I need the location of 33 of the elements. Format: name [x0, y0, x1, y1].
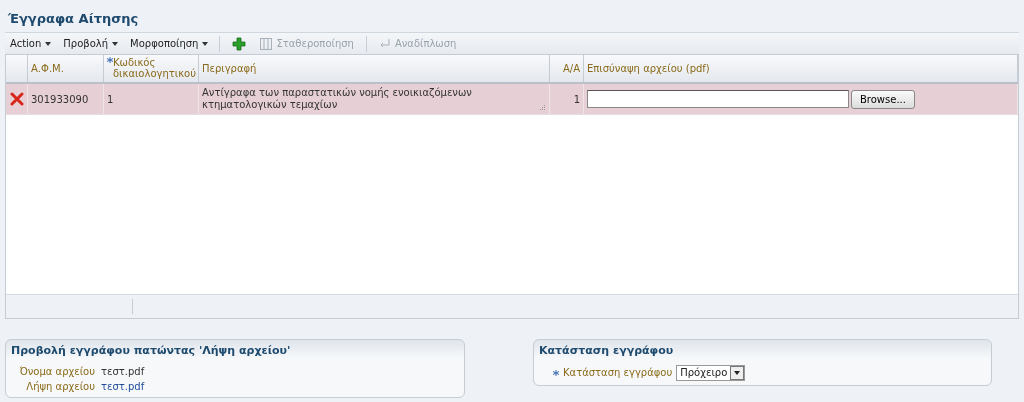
panel-title: Κατάσταση εγγράφου	[539, 343, 675, 359]
page-title: Έγγραφα Αίτησης	[7, 10, 140, 29]
caret-icon	[202, 41, 209, 46]
file-link[interactable]: τεστ.pdf	[101, 378, 145, 394]
panel-title: Προβολή εγγράφου πατώντας 'Λήψη αρχείου'	[11, 343, 292, 359]
menu-button[interactable]: Προβολή	[58, 34, 124, 53]
table-cell-text: 301933090	[31, 92, 89, 107]
table-cell-text: 1	[573, 92, 580, 107]
return-arrow-icon	[378, 37, 391, 50]
menu-button[interactable]: Action	[5, 34, 57, 53]
field-label: Κατάσταση εγγράφου	[563, 366, 673, 380]
status-select[interactable]: Πρόχειρο	[676, 364, 746, 381]
caret-icon	[734, 370, 741, 375]
file-input-field[interactable]	[587, 90, 849, 108]
menu-button[interactable]: Μορφοποίηση	[125, 34, 214, 53]
field-label: Όνομα αρχείου	[18, 364, 95, 379]
browse-button[interactable]: Browse...	[851, 89, 915, 109]
table-row[interactable]: 301933090 1 Αντίγραφα των παραστατικών νομής ενοικιαζόμενων κτηματολογικών τεμαχίων 1 Browse...	[6, 84, 1018, 115]
column-header: Περιγραφή	[202, 63, 257, 74]
table-cell-text: 1	[107, 92, 114, 107]
field-label: Λήψη αρχείου	[25, 379, 95, 394]
table-cell-text: Αντίγραφα των παραστατικών νομής ενοικιαζόμενων κτηματολογικών τεμαχίων	[202, 87, 473, 111]
delete-icon	[9, 92, 24, 106]
columns-icon	[260, 37, 273, 50]
column-header: Κωδικός δικαιολογητικού	[113, 57, 196, 79]
caret-icon	[112, 41, 119, 46]
resize-grip-icon	[538, 104, 546, 112]
field-value: τεστ.pdf	[101, 364, 145, 379]
caret-icon	[45, 41, 52, 46]
column-header: Επισύναψη αρχείου (pdf)	[587, 63, 710, 74]
column-header: Α/Α	[562, 63, 580, 74]
column-header: Α.Φ.Μ.	[31, 63, 64, 74]
plus-icon	[232, 36, 247, 51]
